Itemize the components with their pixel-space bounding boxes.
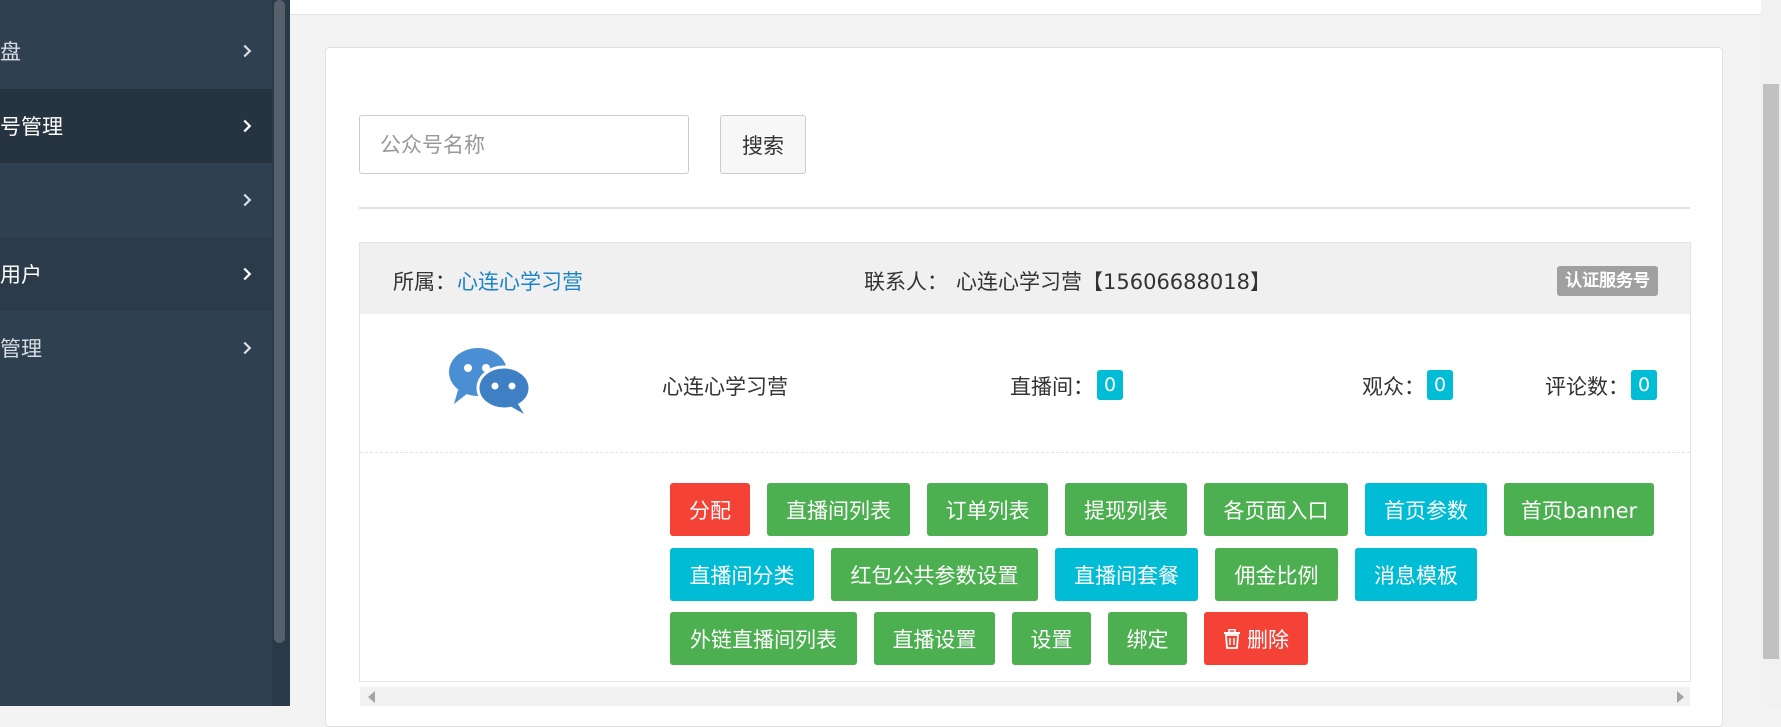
audience-count-badge: 0 [1427,370,1453,400]
sidebar-item-account-management[interactable]: 号管理 [0,89,272,163]
search-button[interactable]: 搜索 [720,115,806,174]
trash-icon [1224,628,1240,649]
chevron-right-icon [243,341,252,355]
page-scrollbar-thumb[interactable] [1763,84,1779,659]
delete-button[interactable]: 删除 [1204,612,1308,665]
dashed-divider [360,452,1690,453]
owner-link[interactable]: 心连心学习营 [457,266,583,296]
chevron-right-icon [243,119,252,133]
order-list-button[interactable]: 订单列表 [927,483,1048,536]
account-type-badge: 认证服务号 [1557,266,1658,296]
sidebar-item-label: 管理 [0,337,42,361]
red-packet-params-button[interactable]: 红包公共参数设置 [831,548,1038,601]
contact-value: 心连心学习营【15606688018】 [956,270,1271,294]
scroll-left-arrow-icon[interactable] [368,691,375,703]
sidebar-item-users[interactable]: 用户 [0,237,272,311]
message-template-button[interactable]: 消息模板 [1355,548,1477,601]
search-input[interactable] [359,115,689,174]
chevron-right-icon [243,267,252,281]
live-room-package-button[interactable]: 直播间套餐 [1055,548,1198,601]
owner-label: 所属： [393,270,456,294]
scroll-right-arrow-icon[interactable] [1677,691,1684,703]
live-rooms-count-badge: 0 [1097,370,1123,400]
chevron-right-icon [243,44,252,58]
page-entries-button[interactable]: 各页面入口 [1204,483,1348,536]
bind-button[interactable]: 绑定 [1108,612,1187,665]
settings-button[interactable]: 设置 [1012,612,1091,665]
divider [359,207,1690,209]
sidebar-item-3[interactable] [0,163,272,237]
audience-label: 观众： [1362,375,1425,399]
sidebar-item-management[interactable]: 管理 [0,311,272,385]
live-room-list-button[interactable]: 直播间列表 [767,483,910,536]
wechat-icon [449,348,532,414]
withdraw-list-button[interactable]: 提现列表 [1065,483,1187,536]
home-banner-button[interactable]: 首页banner [1504,483,1654,536]
live-rooms-label: 直播间： [1010,375,1094,399]
sidebar-item-label: 盘 [0,40,21,64]
horizontal-scrollbar[interactable] [360,687,1690,706]
delete-button-label: 删除 [1247,627,1289,652]
external-live-room-list-button[interactable]: 外链直播间列表 [670,612,857,665]
live-settings-button[interactable]: 直播设置 [874,612,995,665]
home-params-button[interactable]: 首页参数 [1365,483,1487,536]
account-name: 心连心学习营 [662,375,788,399]
comments-count-badge: 0 [1631,370,1657,400]
sidebar-item-label: 用户 [0,263,42,287]
chevron-right-icon [243,193,252,207]
assign-button[interactable]: 分配 [670,483,750,536]
comments-label: 评论数： [1545,375,1629,399]
sidebar-item-label: 号管理 [0,115,63,139]
commission-ratio-button[interactable]: 佣金比例 [1215,548,1338,601]
sidebar-item-dashboard[interactable]: 盘 [0,14,272,88]
top-bar [290,0,1761,15]
live-room-category-button[interactable]: 直播间分类 [670,548,814,601]
sidebar-scrollbar-thumb[interactable] [274,0,285,643]
contact-label: 联系人： [864,270,948,294]
